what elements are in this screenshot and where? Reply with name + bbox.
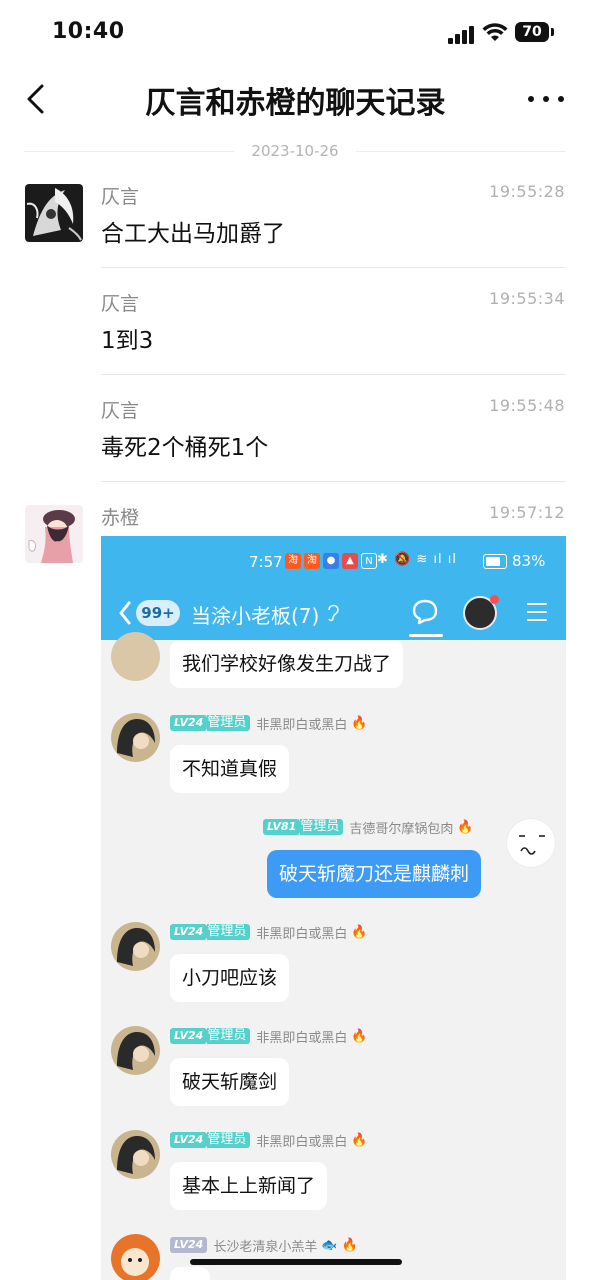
divider — [101, 267, 566, 268]
embedded-battery-percent: 83% — [512, 552, 546, 570]
avatar — [463, 595, 499, 630]
tab-indicator — [409, 634, 443, 637]
date-separator: 2023-10-26 — [24, 140, 566, 164]
back-arrow-icon — [119, 601, 131, 625]
avatar — [111, 922, 160, 971]
cellular-signal-icon — [448, 24, 476, 44]
embedded-screenshot-image[interactable]: 7:57 淘 淘 ● ▲ N ✱ 🔕 ≋ ıl ıl 83% 99+ 当涂小老板… — [101, 536, 566, 1280]
message-bubble: 破天斩魔刀还是麒麟刺 — [267, 850, 482, 898]
sender-meta: LV24 管理员 非黑即白或黑白 🔥 — [170, 1131, 368, 1150]
page-title: 仄言和赤橙的聊天记录 — [145, 86, 446, 121]
avatar — [111, 632, 160, 681]
message-text[interactable]: 1到3 — [101, 321, 153, 355]
avatar — [111, 713, 160, 762]
menu-icon — [527, 603, 547, 621]
sender-name: 非黑即白或黑白 — [256, 1134, 348, 1150]
nfc-icon: N — [361, 553, 377, 569]
sender-name: 仄言 — [101, 400, 140, 422]
role-badge: 管理员 — [207, 715, 251, 731]
ear-icon — [328, 604, 339, 622]
flame-icon: 🔥 — [341, 1237, 358, 1253]
embedded-chat-header: 99+ 当涂小老板(7) — [101, 588, 566, 640]
level-badge: LV24 — [170, 1132, 208, 1148]
message-bubble: 破天斩魔剑 — [170, 1058, 290, 1106]
sender-meta: LV24 管理员 非黑即白或黑白 🔥 — [170, 923, 368, 942]
sender-meta: LV24 管理员 非黑即白或黑白 🔥 — [170, 714, 368, 733]
sender-name: 非黑即白或黑白 — [256, 926, 348, 942]
embedded-status-bar: 7:57 淘 淘 ● ▲ N ✱ 🔕 ≋ ıl ıl 83% — [101, 536, 566, 588]
flame-icon: 🔥 — [351, 1028, 368, 1044]
sender-meta: LV81 管理员 吉德哥尔摩锅包肉 🔥 — [263, 818, 474, 837]
level-badge: LV81 — [263, 819, 301, 835]
sender-name: 非黑即白或黑白 — [256, 717, 348, 733]
sender-name: 仄言 — [101, 186, 140, 208]
status-time: 10:40 — [52, 19, 125, 44]
sender-meta: LV24 长沙老清泉小羔羊 🐟 🔥 — [170, 1236, 358, 1255]
divider — [101, 481, 566, 482]
avatar[interactable] — [25, 184, 83, 242]
notification-icons: 淘 淘 ● ▲ N — [285, 553, 377, 569]
more-options-icon[interactable] — [528, 86, 564, 112]
role-badge: 管理员 — [300, 819, 344, 835]
flame-icon: 🔥 — [457, 819, 474, 835]
unread-count-badge: 99+ — [136, 600, 180, 626]
date-label: 2023-10-26 — [251, 142, 339, 160]
avatar — [111, 1130, 160, 1179]
message-time: 19:57:12 — [489, 503, 565, 522]
message-bubble: 基本上上新闻了 — [170, 1162, 328, 1210]
wifi-icon — [482, 23, 508, 41]
level-badge: LV24 — [170, 715, 208, 731]
taobao-icon: 淘 — [304, 553, 320, 569]
app-icon: ▲ — [342, 553, 358, 569]
role-badge: 管理员 — [207, 1132, 251, 1148]
taobao-icon: 淘 — [285, 553, 301, 569]
message-text[interactable]: 毒死2个桶死1个 — [101, 428, 268, 462]
embedded-status-time: 7:57 — [249, 553, 283, 571]
level-badge: LV24 — [170, 1028, 208, 1044]
avatar — [111, 1234, 160, 1280]
home-indicator[interactable] — [190, 1259, 402, 1265]
system-status-icons: ✱ 🔕 ≋ ıl ıl — [377, 552, 457, 567]
chat-bubble-icon — [412, 599, 438, 625]
divider — [101, 374, 566, 375]
message-time: 19:55:28 — [489, 182, 565, 201]
message-bubble: 不知道真假 — [170, 745, 290, 793]
message-text[interactable]: 合工大出马加爵了 — [101, 214, 285, 248]
level-badge: LV24 — [170, 924, 208, 940]
sender-name: 长沙老清泉小羔羊 — [213, 1239, 318, 1255]
sender-name: 非黑即白或黑白 — [256, 1030, 348, 1046]
flame-icon: 🔥 — [351, 715, 368, 731]
role-badge: 管理员 — [207, 924, 251, 940]
sender-name: 仄言 — [101, 293, 140, 315]
sender-name: 赤橙 — [101, 507, 140, 529]
message-bubble — [170, 1267, 210, 1280]
message-bubble: 小刀吧应该 — [170, 954, 290, 1002]
avatar[interactable] — [25, 505, 83, 563]
group-title: 当涂小老板(7) — [191, 604, 320, 628]
level-badge: LV24 — [170, 1237, 208, 1253]
sender-meta: LV24 管理员 非黑即白或黑白 🔥 — [170, 1027, 368, 1046]
message-bubble: 我们学校好像发生刀战了 — [170, 640, 404, 688]
avatar — [507, 819, 555, 867]
embedded-battery-icon — [483, 554, 507, 569]
app-icon: ● — [323, 553, 339, 569]
sender-name: 吉德哥尔摩锅包肉 — [349, 821, 454, 837]
message-time: 19:55:34 — [489, 289, 565, 308]
avatar — [111, 1026, 160, 1075]
role-badge: 管理员 — [207, 1028, 251, 1044]
flame-icon: 🔥 — [351, 1132, 368, 1148]
status-bar: 10:40 70 — [0, 0, 591, 64]
flame-icon: 🔥 — [351, 924, 368, 940]
message-time: 19:55:48 — [489, 396, 565, 415]
battery-icon: 70 — [515, 22, 554, 42]
fish-icon: 🐟 — [321, 1237, 338, 1253]
nav-bar: 仄言和赤橙的聊天记录 — [0, 64, 591, 134]
